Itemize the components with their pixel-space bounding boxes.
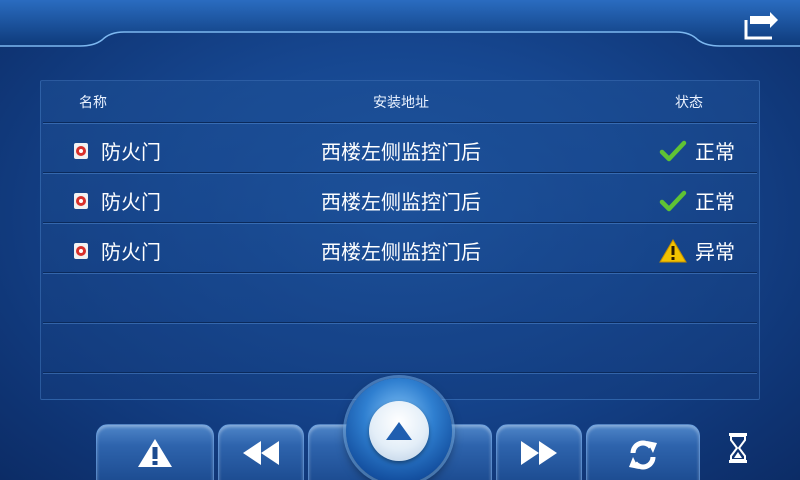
alert-icon xyxy=(138,439,172,467)
device-address: 西楼左侧监控门后 xyxy=(321,240,481,264)
divider xyxy=(43,372,757,374)
back-button[interactable] xyxy=(738,10,782,44)
top-bezel xyxy=(0,0,800,47)
eject-up-icon xyxy=(386,422,412,440)
divider xyxy=(43,322,757,324)
hourglass-icon xyxy=(729,433,747,463)
table-row[interactable]: 防火门 西楼左侧监控门后 正常 xyxy=(41,174,761,223)
device-table: 名称 安装地址 状态 防火门 西楼左侧监控门后 正常 防火门 西楼左侧监控门后 … xyxy=(40,80,760,400)
device-status: 异常 xyxy=(695,240,735,264)
up-button[interactable] xyxy=(346,378,452,480)
refresh-button[interactable] xyxy=(586,424,700,480)
check-icon xyxy=(659,190,687,211)
refresh-icon xyxy=(629,440,657,470)
fast-forward-icon xyxy=(521,441,557,465)
table-row[interactable]: 防火门 西楼左侧监控门后 正常 xyxy=(41,124,761,173)
device-status: 正常 xyxy=(695,140,735,164)
check-icon xyxy=(659,140,687,161)
divider xyxy=(43,272,757,274)
back-arrow-icon xyxy=(744,12,778,40)
table-row[interactable]: 防火门 西楼左侧监控门后 异常 xyxy=(41,224,761,273)
rewind-button[interactable] xyxy=(218,424,304,480)
device-address: 西楼左侧监控门后 xyxy=(321,140,481,164)
table-header: 名称 安装地址 状态 xyxy=(41,81,761,123)
device-address: 西楼左侧监控门后 xyxy=(321,190,481,214)
rewind-icon xyxy=(243,441,279,465)
alarm-button[interactable] xyxy=(96,424,214,480)
device-status: 正常 xyxy=(695,190,735,214)
header-status: 状态 xyxy=(675,95,703,111)
warning-icon xyxy=(659,238,687,262)
header-address: 安装地址 xyxy=(373,95,429,111)
fast-forward-button[interactable] xyxy=(496,424,582,480)
